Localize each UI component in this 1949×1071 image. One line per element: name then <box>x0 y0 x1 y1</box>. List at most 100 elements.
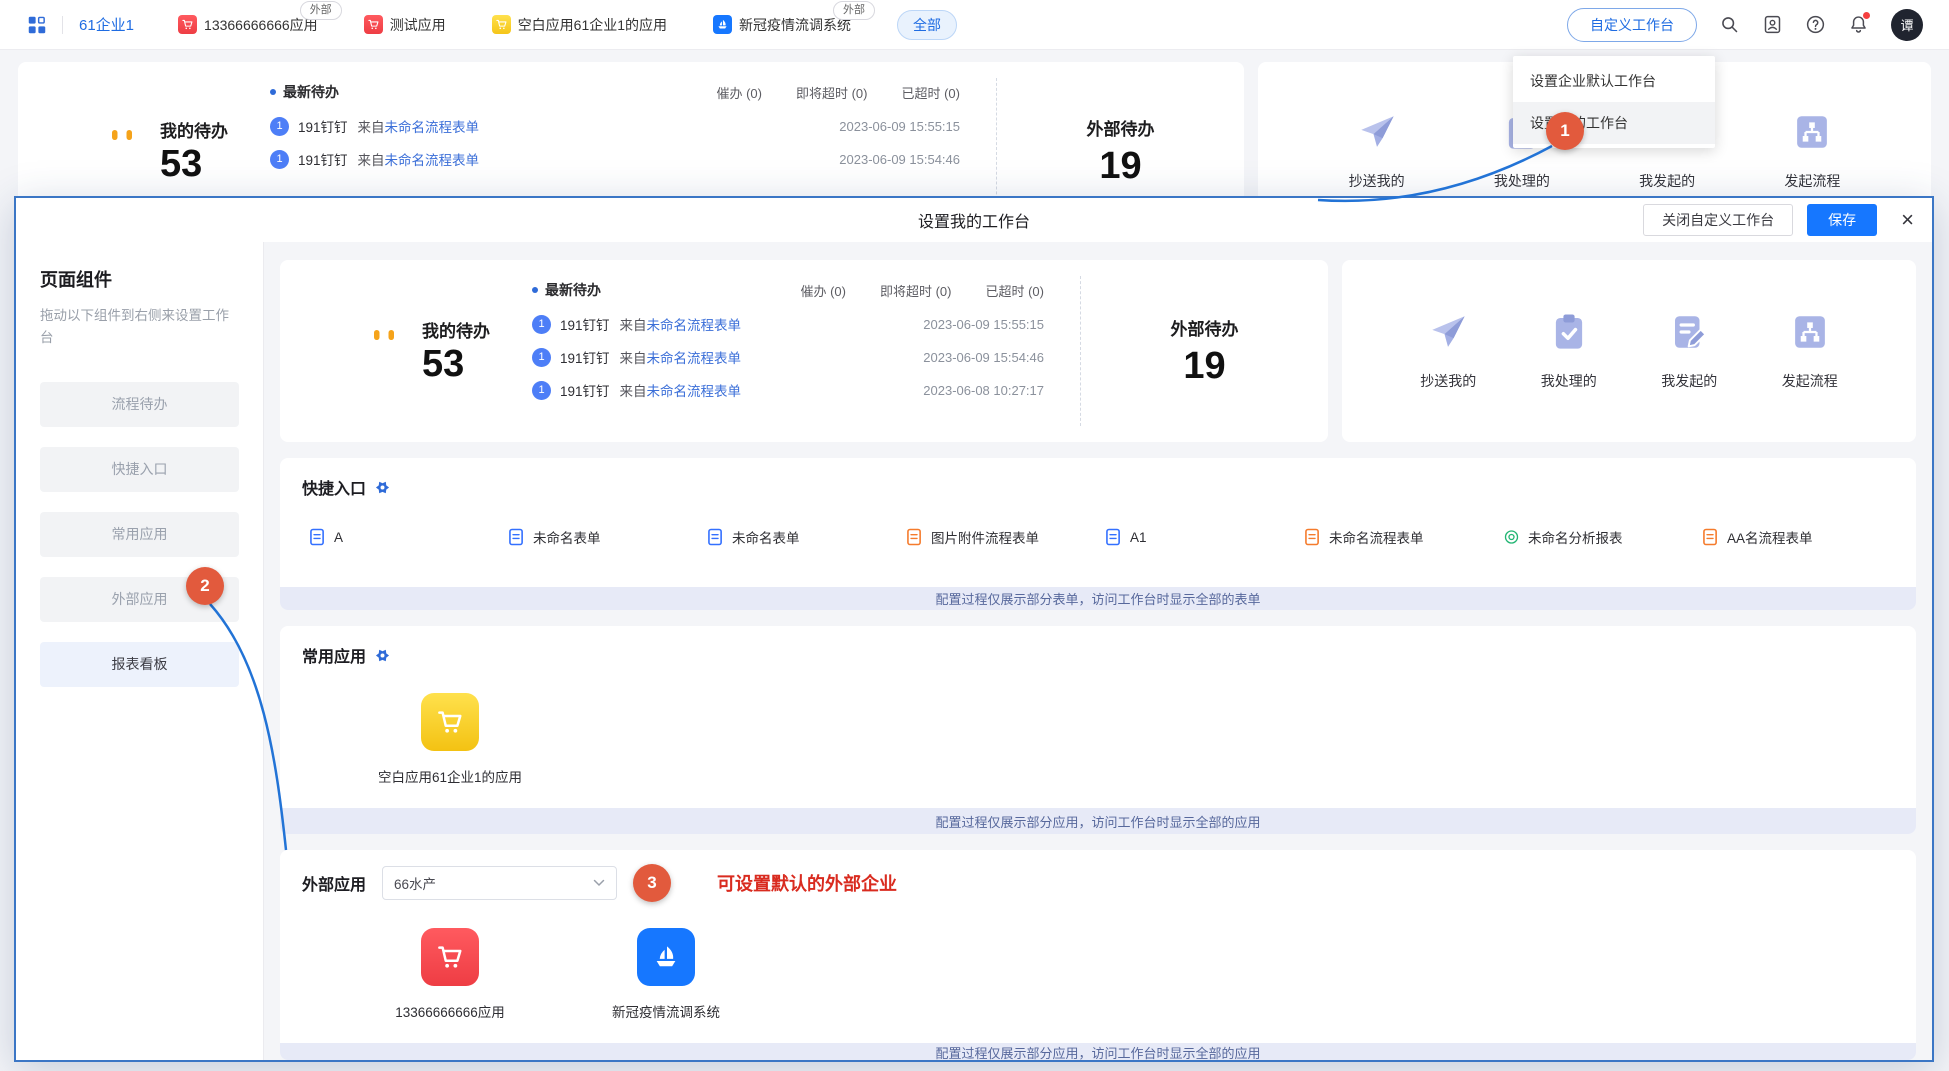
todo-item[interactable]: 1 191钉钉 来自 未命名流程表单 2023-06-09 15:54:46 <box>270 149 996 169</box>
doc-icon <box>1703 528 1718 546</box>
tab-label: 测试应用 <box>390 15 446 35</box>
shortcut-item[interactable]: 未命名表单 <box>509 527 708 547</box>
external-todo-summary: 外部待办 19 <box>1080 276 1328 426</box>
form-link[interactable]: 未命名流程表单 <box>385 149 480 169</box>
tab-latest-todo[interactable]: 最新待办 <box>270 82 339 102</box>
palette-item-report-board[interactable]: 报表看板 <box>40 642 239 687</box>
form-link[interactable]: 未命名流程表单 <box>647 347 742 367</box>
count-badge: 1 <box>270 150 289 169</box>
doc-icon <box>708 528 723 546</box>
shortcut-item[interactable]: 未命名分析报表 <box>1504 527 1703 547</box>
contacts-icon[interactable] <box>1762 14 1783 35</box>
menu-item-set-company-default[interactable]: 设置企业默认工作台 <box>1513 60 1715 102</box>
form-link[interactable]: 未命名流程表单 <box>647 314 742 334</box>
shortcut-item[interactable]: AA名流程表单 <box>1703 527 1902 547</box>
cart-icon <box>421 928 479 986</box>
external-apps-section: 外部应用 66水产 3 可设置默认的外部企业 13366666666应用 <box>280 850 1916 1060</box>
tab-app-blank[interactable]: 空白应用61企业1的应用 <box>492 15 667 35</box>
shortcut-item[interactable]: 未命名流程表单 <box>1305 527 1504 547</box>
tab-app-covid[interactable]: 新冠疫情流调系统 外部 <box>713 15 851 35</box>
external-apps-note: 配置过程仅展示部分应用，访问工作台时显示全部的应用 <box>280 1043 1916 1060</box>
avatar[interactable]: 谭 <box>1891 9 1923 41</box>
todo-item[interactable]: 1 191钉钉 来自 未命名流程表单 2023-06-09 15:55:15 <box>270 116 996 136</box>
org-name[interactable]: 61企业1 <box>79 14 134 35</box>
app-blank-61[interactable]: 空白应用61企业1的应用 <box>360 693 540 786</box>
tab-label: 空白应用61企业1的应用 <box>518 15 667 35</box>
count-badge: 1 <box>532 381 551 400</box>
notification-dot <box>1863 12 1870 19</box>
close-customize-button[interactable]: 关闭自定义工作台 <box>1643 204 1793 236</box>
todo-item[interactable]: 1 191钉钉 来自 未命名流程表单 2023-06-08 10:27:17 <box>532 380 1080 400</box>
quick-action-cc-me[interactable]: 抄送我的 <box>1349 111 1405 191</box>
count-badge: 1 <box>532 315 551 334</box>
search-icon[interactable] <box>1719 14 1740 35</box>
edit-doc-icon <box>1668 311 1710 353</box>
palette-item-flow-todo[interactable]: 流程待办 <box>40 382 239 427</box>
external-badge: 外部 <box>833 1 875 20</box>
app-13366666666[interactable]: 13366666666应用 <box>360 928 540 1021</box>
cart-icon <box>421 693 479 751</box>
gear-icon[interactable] <box>375 648 390 663</box>
tab-latest-todo[interactable]: 最新待办 <box>532 280 601 300</box>
workbench-editor: 我的待办 53 最新待办 催办 (0) 即将超时 (0) <box>264 242 1932 1060</box>
form-link[interactable]: 未命名流程表单 <box>647 380 742 400</box>
boat-icon <box>713 15 732 34</box>
doc-icon <box>1305 528 1320 546</box>
tab-app-13366666666[interactable]: 13366666666应用 外部 <box>178 15 318 35</box>
shortcut-item[interactable]: 图片附件流程表单 <box>907 527 1106 547</box>
help-icon[interactable] <box>1805 14 1826 35</box>
common-apps-section: 常用应用 空白应用61企业1的应用 配置过程仅展示部分应用，访问工作台时显示全部… <box>280 626 1916 834</box>
customize-workbench-button[interactable]: 自定义工作台 <box>1567 8 1697 42</box>
quick-action-started-by-me[interactable]: 我发起的 <box>1661 311 1717 391</box>
bell-icon[interactable] <box>1848 14 1869 35</box>
app-grid-icon[interactable] <box>26 14 48 36</box>
tab-near-timeout[interactable]: 即将超时 (0) <box>880 281 952 300</box>
tab-near-timeout[interactable]: 即将超时 (0) <box>796 83 868 102</box>
tab-timed-out[interactable]: 已超时 (0) <box>901 83 960 102</box>
active-dot <box>270 89 276 95</box>
all-apps-pill[interactable]: 全部 <box>897 10 957 40</box>
external-company-select[interactable]: 66水产 <box>382 866 617 900</box>
common-apps-note: 配置过程仅展示部分应用，访问工作台时显示全部的应用 <box>280 808 1916 834</box>
gear-icon[interactable] <box>375 480 390 495</box>
tab-urge[interactable]: 催办 (0) <box>800 281 846 300</box>
menu-item-set-my-workbench[interactable]: 设置我的工作台 <box>1513 102 1715 144</box>
doc-icon <box>310 528 325 546</box>
todo-item[interactable]: 1 191钉钉 来自 未命名流程表单 2023-06-09 15:55:15 <box>532 314 1080 334</box>
chevron-down-icon <box>593 879 605 887</box>
my-todo-summary: 我的待办 53 <box>280 276 532 426</box>
palette-title: 页面组件 <box>40 266 239 292</box>
shortcut-item[interactable]: 未命名表单 <box>708 527 907 547</box>
shortcut-item[interactable]: A1 <box>1106 527 1305 547</box>
save-button[interactable]: 保存 <box>1807 204 1877 236</box>
quick-action-handled-by-me[interactable]: 我处理的 <box>1541 311 1597 391</box>
tab-urge[interactable]: 催办 (0) <box>716 83 762 102</box>
tab-timed-out[interactable]: 已超时 (0) <box>985 281 1044 300</box>
annotation-note: 可设置默认的外部企业 <box>717 870 897 896</box>
app-covid-system[interactable]: 新冠疫情流调系统 <box>576 928 756 1021</box>
palette-item-shortcuts[interactable]: 快捷入口 <box>40 447 239 492</box>
quick-action-start-flow[interactable]: 发起流程 <box>1782 311 1838 391</box>
shortcuts-section: 快捷入口 A 未命名表单 未命名表单 <box>280 458 1916 610</box>
todo-notepad-icon <box>98 127 146 175</box>
close-icon[interactable]: × <box>1901 209 1914 231</box>
annotation-step-3: 3 <box>633 864 671 902</box>
quick-action-cc-me[interactable]: 抄送我的 <box>1420 311 1476 391</box>
doc-icon <box>907 528 922 546</box>
count-badge: 1 <box>270 117 289 136</box>
todo-list: 最新待办 催办 (0) 即将超时 (0) 已超时 (0) 1 191钉钉 来自 … <box>532 276 1080 426</box>
topbar: 61企业1 13366666666应用 外部 测试应用 空白应用61企业1的应用… <box>0 0 1949 50</box>
boat-icon <box>637 928 695 986</box>
todo-item[interactable]: 1 191钉钉 来自 未命名流程表单 2023-06-09 15:54:46 <box>532 347 1080 367</box>
palette-desc: 拖动以下组件到右侧来设置工作台 <box>40 305 239 350</box>
quick-actions-card: 抄送我的 我处理的 我发起的 发起流程 <box>1342 260 1916 442</box>
tab-app-test[interactable]: 测试应用 <box>364 15 446 35</box>
shortcut-item[interactable]: A <box>310 527 509 547</box>
form-link[interactable]: 未命名流程表单 <box>385 116 480 136</box>
quick-action-start-flow[interactable]: 发起流程 <box>1784 111 1840 191</box>
palette-item-common-apps[interactable]: 常用应用 <box>40 512 239 557</box>
todo-notepad-icon <box>360 327 408 375</box>
cart-icon <box>178 15 197 34</box>
topbar-right: 自定义工作台 谭 <box>1567 8 1923 42</box>
tab-label: 新冠疫情流调系统 <box>739 15 851 35</box>
